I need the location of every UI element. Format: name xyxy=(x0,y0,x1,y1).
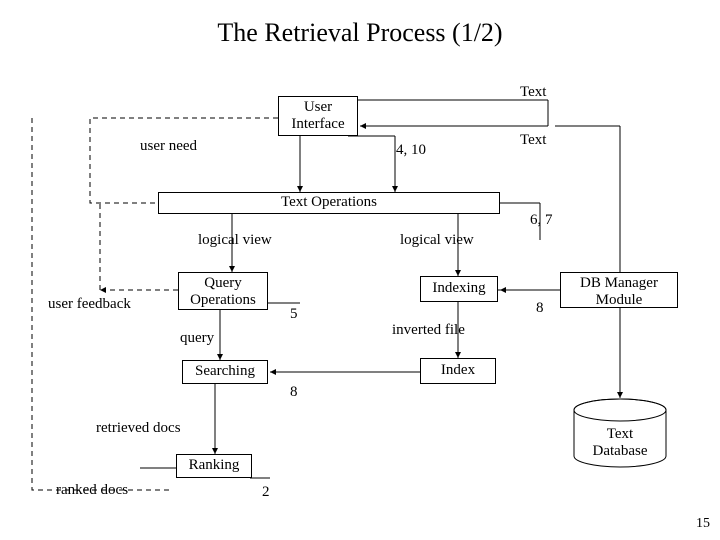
label-query: query xyxy=(180,330,214,347)
cylinder-text-database: Text Database xyxy=(572,398,668,468)
box-user-interface: User Interface xyxy=(278,96,358,136)
edge-num-8-bottom: 8 xyxy=(290,384,298,401)
page-number: 15 xyxy=(696,516,710,532)
box-db-manager: DB Manager Module xyxy=(560,272,678,308)
label-user-need: user need xyxy=(140,138,197,155)
box-searching: Searching xyxy=(182,360,268,384)
box-text-operations: Text Operations xyxy=(158,192,500,214)
label-user-feedback: user feedback xyxy=(48,296,131,313)
cylinder-text-database-label: Text Database xyxy=(572,426,668,459)
box-ranking: Ranking xyxy=(176,454,252,478)
box-text-operations-label: Text Operations xyxy=(281,194,377,211)
label-ranked-docs: ranked docs xyxy=(56,482,128,499)
page-title: The Retrieval Process (1/2) xyxy=(0,18,720,48)
label-inverted-file: inverted file xyxy=(392,322,465,339)
box-index: Index xyxy=(420,358,496,384)
label-text-right: Text xyxy=(520,132,546,149)
edge-num-5: 5 xyxy=(290,306,298,323)
box-query-operations: Query Operations xyxy=(178,272,268,310)
edge-num-2: 2 xyxy=(262,484,270,501)
label-logical-view-left: logical view xyxy=(198,232,272,249)
edge-num-6-7: 6, 7 xyxy=(530,212,553,229)
label-retrieved-docs: retrieved docs xyxy=(96,420,181,437)
box-indexing: Indexing xyxy=(420,276,498,302)
edge-num-4-10: 4, 10 xyxy=(396,142,426,159)
label-logical-view-right: logical view xyxy=(400,232,474,249)
edge-num-8-top: 8 xyxy=(536,300,544,317)
label-text-top: Text xyxy=(520,84,546,101)
